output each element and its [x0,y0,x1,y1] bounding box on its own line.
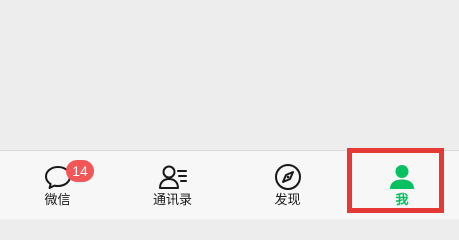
tab-me-label: 我 [395,193,409,208]
tab-discover[interactable]: 发现 [230,151,345,220]
contacts-icon [157,161,189,193]
bottom-tab-bar: 14 微信 通讯录 发现 我 [0,150,459,219]
content-area [0,0,459,150]
unread-count-badge: 14 [66,160,94,182]
tab-chats-label: 微信 [44,193,71,208]
compass-icon [272,161,304,193]
tab-contacts[interactable]: 通讯录 [115,151,230,220]
person-icon [386,161,418,193]
tab-contacts-label: 通讯录 [152,193,192,208]
tab-me[interactable]: 我 [345,151,459,220]
tab-discover-label: 发现 [274,193,301,208]
tab-chats[interactable]: 14 微信 [0,151,115,220]
